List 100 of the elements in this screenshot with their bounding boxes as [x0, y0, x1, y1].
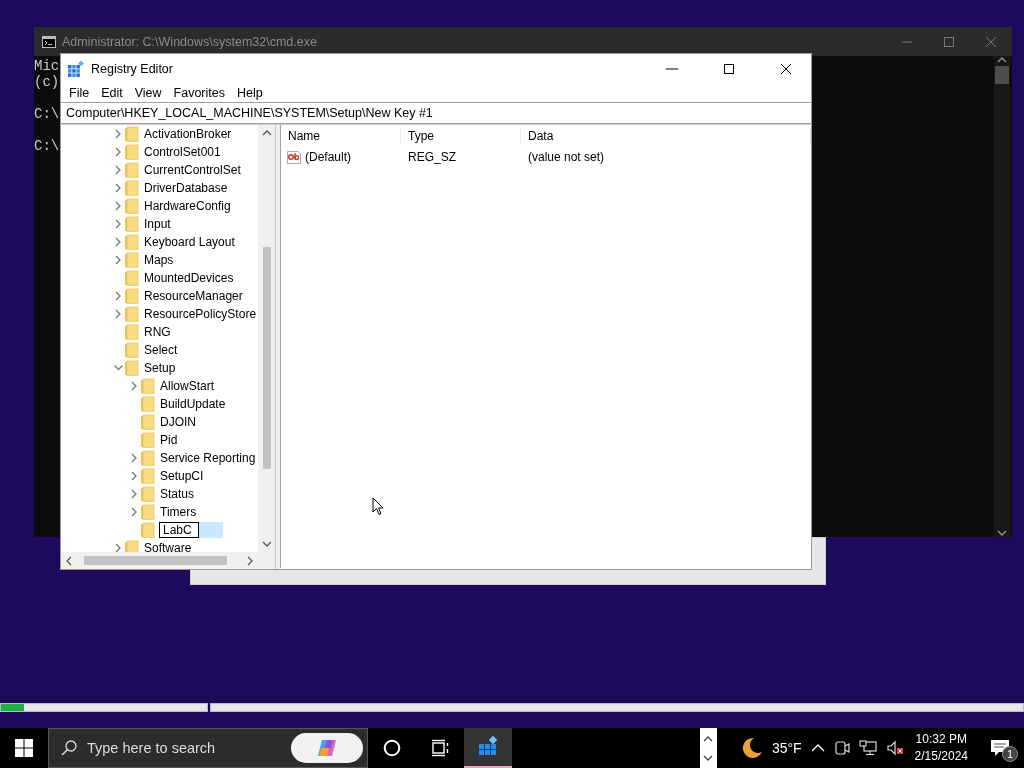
folder-icon: [140, 504, 155, 520]
tree-item[interactable]: Maps: [143, 253, 175, 267]
tree-item[interactable]: Setup: [143, 361, 177, 375]
folder-icon: [124, 126, 139, 142]
network-icon[interactable]: [858, 740, 877, 756]
folder-icon: [124, 144, 139, 160]
taskbar-button[interactable]: [464, 728, 512, 768]
cursor-icon: [372, 497, 384, 516]
tree-item[interactable]: Timers: [159, 505, 198, 519]
tree-item[interactable]: Pid: [159, 433, 179, 447]
folder-icon: [140, 378, 155, 394]
tree-item[interactable]: ControlSet001: [143, 145, 222, 159]
moon-icon[interactable]: [740, 737, 763, 759]
tree-item[interactable]: RNG: [143, 325, 172, 339]
tree-item[interactable]: MountedDevices: [143, 271, 235, 285]
tree-item[interactable]: CurrentControlSet: [143, 163, 242, 177]
menu-item[interactable]: Edit: [95, 85, 129, 100]
scroll-up-icon[interactable]: [261, 129, 272, 136]
menu-item[interactable]: Favorites: [167, 85, 231, 100]
rename-field[interactable]: LabC: [159, 522, 199, 538]
tree-item[interactable]: DriverDatabase: [143, 181, 229, 195]
folder-icon: [124, 270, 139, 286]
folder-icon: [124, 234, 139, 250]
copilot-button[interactable]: [291, 733, 363, 763]
terminal-icon: [42, 35, 56, 48]
tree-item[interactable]: ResourceManager: [143, 289, 244, 303]
folder-icon: [140, 450, 155, 466]
scroll-down-icon[interactable]: [261, 541, 272, 548]
menu-item[interactable]: View: [128, 85, 168, 100]
scroll-thumb[interactable]: [84, 556, 227, 565]
folder-icon: [140, 414, 155, 430]
circle-icon: [383, 739, 401, 757]
scroll-left-icon[interactable]: [65, 555, 72, 566]
tree-item[interactable]: BuildUpdate: [159, 397, 227, 411]
menu-item[interactable]: Help: [231, 85, 269, 100]
console-text: (c): [34, 74, 60, 90]
folder-icon: [124, 342, 139, 358]
string-value-icon: [286, 149, 302, 165]
table-cell[interactable]: (Default): [305, 150, 351, 164]
window-title: Administrator: C:\Windows\system32\cmd.exe: [62, 34, 318, 49]
window-title: Registry Editor: [91, 61, 174, 76]
folder-icon: [124, 198, 139, 214]
scroll-up-icon[interactable]: [703, 734, 714, 742]
console-text: Mic: [34, 58, 60, 74]
tree-item[interactable]: Input: [143, 217, 172, 231]
clock-time[interactable]: 10:32 PM: [915, 731, 967, 748]
folder-icon: [124, 162, 139, 178]
scroll-down-icon[interactable]: [703, 754, 714, 762]
folder-icon: [140, 486, 155, 502]
windows-logo-icon[interactable]: [15, 739, 33, 757]
column-header[interactable]: Name: [281, 129, 401, 143]
search-icon: [61, 740, 77, 756]
folder-icon: [124, 180, 139, 196]
tree-item[interactable]: ResourcePolicyStore: [143, 307, 258, 321]
folder-icon: [140, 468, 155, 484]
camera-icon[interactable]: [833, 740, 850, 756]
tree-item[interactable]: ActivationBroker: [143, 127, 233, 141]
copilot-icon: [316, 738, 338, 758]
search-box[interactable]: Type here to search: [48, 728, 368, 768]
tree-item[interactable]: Keyboard Layout: [143, 235, 236, 249]
table-cell[interactable]: (value not set): [521, 150, 811, 164]
search-field[interactable]: Type here to search: [85, 739, 283, 757]
table-cell[interactable]: REG_SZ: [401, 150, 521, 164]
tree-item[interactable]: DJOIN: [159, 415, 197, 429]
folder-icon: [140, 432, 155, 448]
tree-item[interactable]: Software: [143, 541, 193, 552]
column-header[interactable]: Type: [401, 129, 521, 143]
cubes-icon: [68, 60, 84, 77]
scroll-thumb[interactable]: [995, 66, 1009, 84]
folder-icon: [140, 396, 155, 412]
folder-icon: [124, 324, 139, 340]
tree-item[interactable]: Status: [159, 487, 196, 501]
clock-date[interactable]: 2/15/2024: [914, 748, 968, 765]
tree-item[interactable]: AllowStart: [159, 379, 216, 393]
tree-item[interactable]: Service Reporting: [159, 451, 257, 465]
menu-item[interactable]: File: [63, 85, 96, 100]
temperature-text[interactable]: 35°F: [771, 740, 802, 756]
folder-icon: [124, 306, 139, 322]
notification-badge: 1: [1002, 746, 1018, 762]
folder-icon: [124, 360, 139, 376]
tree-item[interactable]: SetupCI: [159, 469, 205, 483]
maximize-icon[interactable]: [723, 62, 735, 75]
cubes-icon: [477, 736, 499, 758]
task-view-icon: [431, 739, 449, 757]
tree-item[interactable]: HardwareConfig: [143, 199, 232, 213]
chevron-up-icon[interactable]: [810, 743, 825, 753]
folder-icon: [124, 216, 139, 232]
folder-icon: [124, 288, 139, 304]
scroll-thumb[interactable]: [262, 247, 271, 469]
speaker-muted-icon[interactable]: [885, 740, 904, 756]
console-text: C:\: [34, 138, 60, 154]
scroll-down-icon[interactable]: [997, 529, 1007, 537]
console-text: C:\: [34, 106, 60, 122]
folder-icon: [140, 522, 155, 538]
close-icon[interactable]: [780, 62, 792, 75]
tree-item[interactable]: Select: [143, 343, 179, 357]
column-header[interactable]: Data: [521, 129, 811, 143]
scroll-right-icon[interactable]: [247, 555, 254, 566]
address-bar[interactable]: Computer\HKEY_LOCAL_MACHINE\SYSTEM\Setup\New Key #1: [61, 102, 811, 124]
scroll-up-icon[interactable]: [997, 56, 1007, 64]
